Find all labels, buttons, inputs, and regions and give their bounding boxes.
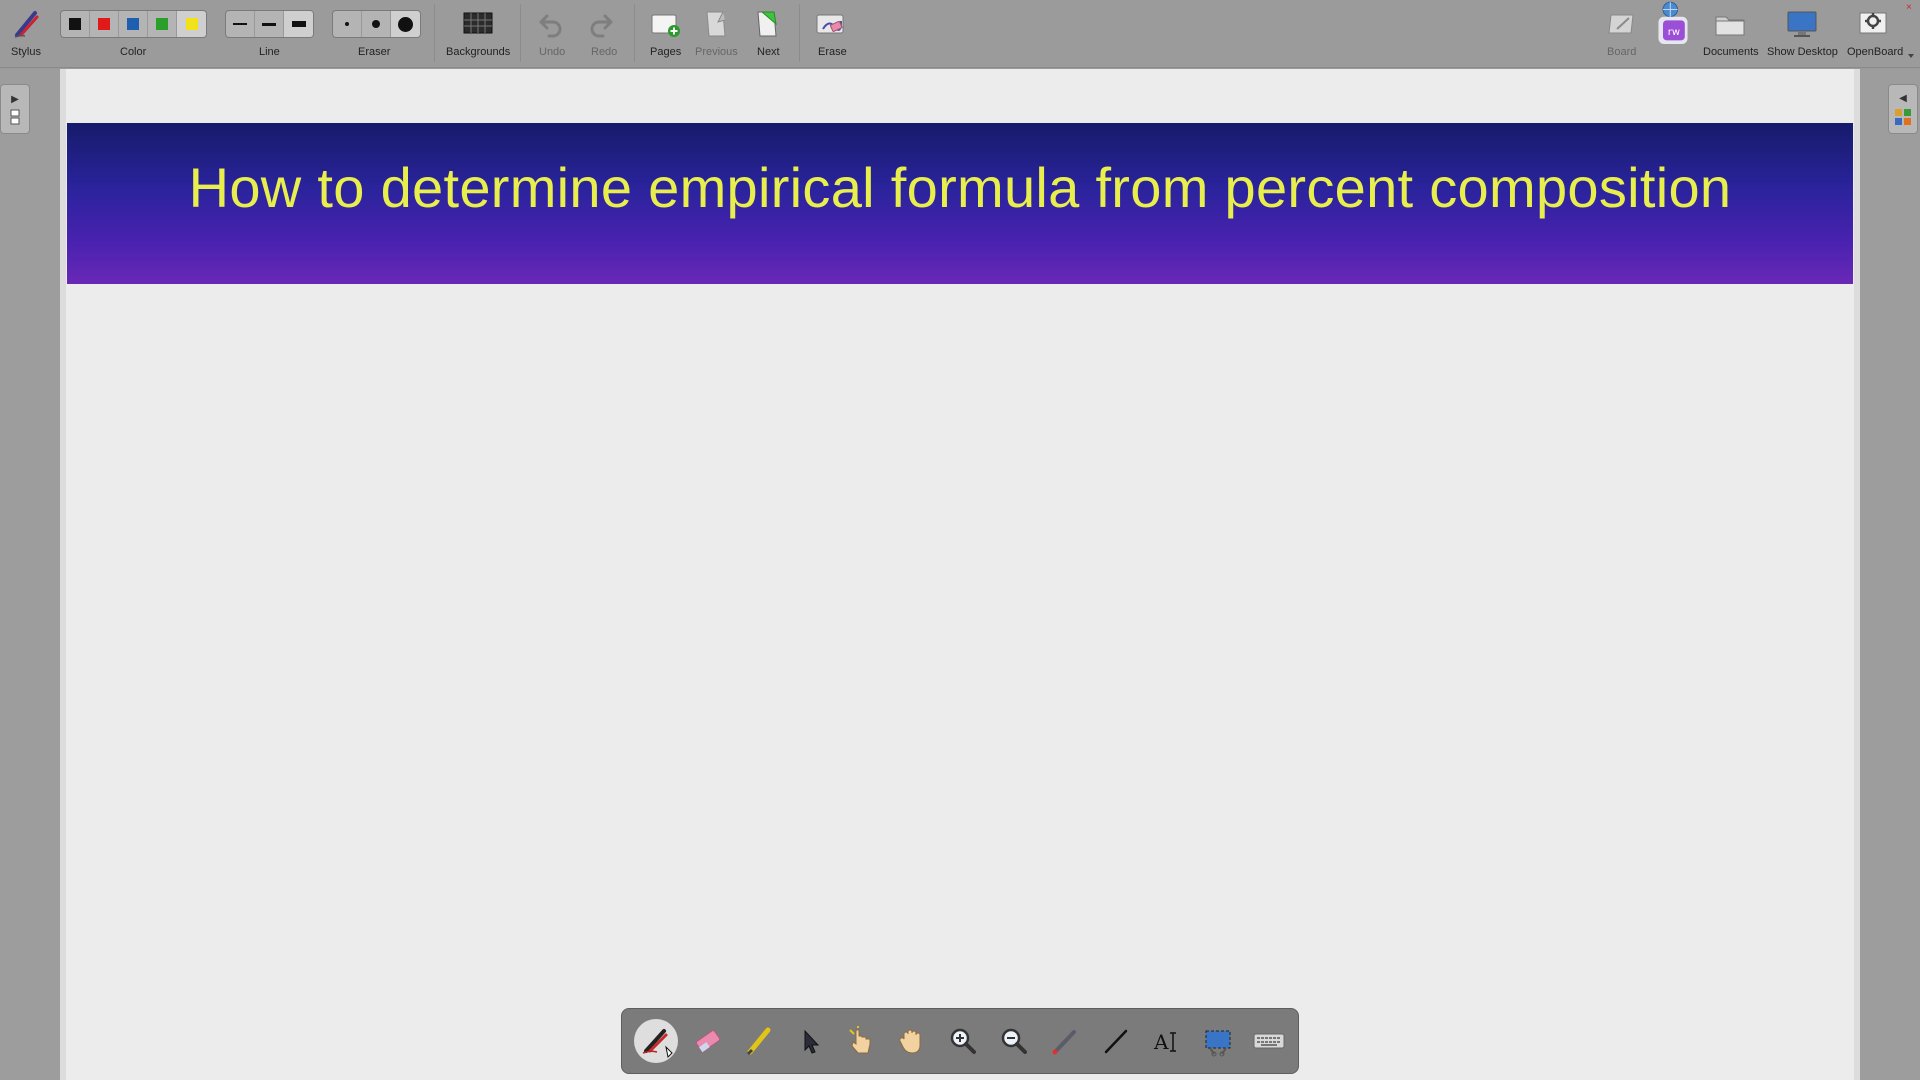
erase-board-icon [816, 14, 844, 34]
next-label: Next [757, 46, 780, 58]
show-desktop-button[interactable] [1782, 6, 1822, 42]
backgrounds-label: Backgrounds [446, 46, 511, 58]
stylus-label: Stylus [11, 46, 41, 58]
toolbar-divider [520, 4, 521, 62]
stylus-icon [14, 11, 39, 38]
eraser-medium-option[interactable] [362, 11, 391, 37]
keyboard-tool[interactable] [1243, 1015, 1294, 1067]
previous-label: Previous [695, 46, 738, 58]
previous-page-icon [706, 11, 726, 37]
line-thick-option[interactable] [284, 11, 313, 37]
line-tool[interactable] [1090, 1015, 1141, 1067]
eraser-small-option[interactable] [333, 11, 362, 37]
top-toolbar: Stylus Color Line Eraser Backgrounds Und… [0, 0, 1920, 68]
zoom-out-icon [1001, 1028, 1027, 1054]
interact-tool[interactable] [835, 1015, 886, 1067]
add-page-icon [651, 14, 680, 37]
previous-page-button[interactable] [696, 6, 736, 42]
web-globe-widget-icon: rw [1658, 1, 1688, 44]
color-yellow-swatch[interactable] [177, 11, 206, 37]
line-thin-option[interactable] [226, 11, 255, 37]
svg-text:A: A [1153, 1030, 1169, 1054]
left-pages-panel-handle[interactable]: ▶ [0, 84, 30, 134]
expand-right-arrow-icon: ▶ [11, 93, 19, 105]
tool-palette: A [621, 1008, 1299, 1074]
board-title: How to determine empirical formula from … [188, 156, 1732, 219]
library-icon [1895, 108, 1911, 125]
erase-label: Erase [818, 46, 847, 58]
right-library-panel-handle[interactable]: ◀ [1888, 84, 1918, 134]
show-desktop-label: Show Desktop [1767, 46, 1838, 58]
board-mode-button[interactable] [1602, 6, 1642, 42]
web-mode-button[interactable]: rw [1653, 1, 1693, 44]
gear-icon [1859, 12, 1887, 34]
board-icon [1608, 14, 1634, 34]
stylus-button[interactable] [6, 6, 46, 42]
openboard-menu-button[interactable] [1853, 6, 1893, 42]
grab-hand-icon [898, 1029, 920, 1054]
expand-left-arrow-icon: ◀ [1899, 92, 1907, 104]
zoom-out-tool[interactable] [988, 1015, 1039, 1067]
openboard-dropdown-arrow-icon[interactable] [1908, 54, 1914, 58]
documents-button[interactable] [1710, 6, 1750, 42]
folder-icon [1715, 16, 1745, 36]
toolbar-divider [634, 4, 635, 62]
documents-label: Documents [1703, 46, 1759, 58]
eraser-icon [695, 1030, 720, 1053]
color-blue-swatch[interactable] [119, 11, 148, 37]
eraser-label: Eraser [358, 46, 391, 58]
line-width-selector [225, 10, 314, 38]
line-medium-option[interactable] [255, 11, 284, 37]
line-label: Line [259, 46, 280, 58]
highlighter-icon [746, 1027, 770, 1056]
next-page-icon [757, 11, 777, 37]
color-red-swatch[interactable] [90, 11, 119, 37]
add-page-button[interactable] [645, 6, 685, 42]
openboard-label: OpenBoard [1847, 46, 1904, 58]
eraser-tool[interactable] [682, 1015, 733, 1067]
pen-icon [642, 1029, 673, 1059]
backgrounds-grid-icon [463, 12, 493, 34]
monitor-icon [1787, 11, 1817, 37]
svg-text:rw: rw [1668, 27, 1680, 38]
capture-tool[interactable] [1192, 1015, 1243, 1067]
title-banner[interactable]: How to determine empirical formula from … [67, 123, 1853, 284]
redo-arrow-icon [590, 14, 613, 38]
color-label: Color [120, 46, 147, 58]
hand-tool[interactable] [886, 1015, 937, 1067]
laser-pointer-icon [1052, 1030, 1076, 1055]
color-black-swatch[interactable] [61, 11, 90, 37]
redo-button[interactable] [581, 6, 621, 42]
pointing-hand-icon [848, 1026, 870, 1054]
erase-board-button[interactable] [810, 6, 850, 42]
text-icon: A [1153, 1030, 1176, 1054]
color-green-swatch[interactable] [148, 11, 177, 37]
board-label: Board [1607, 46, 1637, 58]
pen-tool[interactable] [634, 1019, 678, 1063]
toolbar-divider [434, 4, 435, 62]
pointer-arrow-icon [804, 1029, 819, 1054]
line-icon [1104, 1029, 1127, 1054]
eraser-large-option[interactable] [391, 11, 420, 37]
pages-label: Pages [650, 46, 682, 58]
undo-label: Undo [539, 46, 566, 58]
pages-thumbnail-icon [10, 109, 20, 124]
undo-button[interactable] [531, 6, 571, 42]
text-tool[interactable]: A [1141, 1015, 1192, 1067]
eraser-size-selector [332, 10, 421, 38]
toolbar-divider [799, 4, 800, 62]
laser-pointer-tool[interactable] [1039, 1015, 1090, 1067]
redo-label: Redo [591, 46, 618, 58]
screen-capture-icon [1205, 1030, 1230, 1057]
keyboard-icon [1253, 1033, 1284, 1049]
undo-arrow-icon [539, 14, 562, 38]
zoom-in-tool[interactable] [937, 1015, 988, 1067]
zoom-in-icon [950, 1028, 976, 1054]
selector-tool[interactable] [784, 1015, 835, 1067]
close-indicator-icon[interactable]: × [1906, 2, 1912, 13]
marker-tool[interactable] [733, 1015, 784, 1067]
color-palette [60, 10, 207, 38]
next-page-button[interactable] [747, 6, 787, 42]
backgrounds-button[interactable] [458, 6, 498, 42]
